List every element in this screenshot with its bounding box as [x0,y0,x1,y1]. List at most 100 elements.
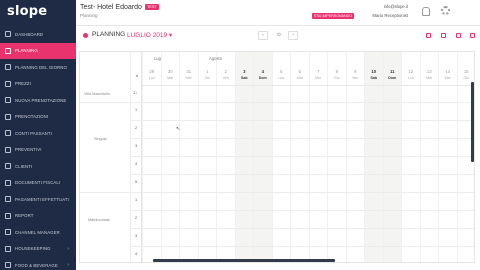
sidebar-item-label: FOOD & BEVERAGE [15,262,58,268]
day-name: Sab [370,76,378,80]
user-name[interactable]: Mario Receptionist [372,13,408,18]
day-number: 31 [186,69,192,74]
sidebar-item-nuova-prenotazione[interactable]: NUOVA PRENOTAZIONE [0,92,76,109]
horizontal-scrollbar[interactable] [153,259,335,262]
day-column[interactable]: 7 Mer [308,52,328,262]
sidebar-item-housekeeping[interactable]: HOUSEKEEPING › [0,241,76,258]
sidebar-item-documenti-fiscali[interactable]: DOCUMENTI FISCALI [0,175,76,192]
lock-icon[interactable] [441,33,446,38]
user-email[interactable]: info@slope.it [384,4,408,9]
day-name: Gio [333,76,340,80]
calendar-day-icon [5,64,11,71]
sidebar-item-planning[interactable]: PLANNING [0,42,76,59]
sidebar-item-pagamenti[interactable]: PAGAMENTI EFFETTUATI [0,191,76,208]
sidebar-item-label: CHANNEL MANAGER [15,229,60,235]
day-name: Gio [204,76,211,80]
day-column[interactable]: 29 Lun [142,52,161,262]
prev-button[interactable]: ‹ [258,31,268,40]
channel-icon [5,229,11,236]
day-column[interactable]: 12 Lun [401,52,420,262]
sidebar-item-label: HOUSEKEEPING [15,246,51,252]
settings-icon[interactable] [470,33,475,38]
payment-icon [5,196,11,203]
day-number: 15 [463,69,469,74]
day-column[interactable]: 11 Dom [382,52,401,262]
day-column[interactable]: 2 Ven [216,52,235,262]
day-column[interactable]: 4 Dom [253,52,272,262]
day-number: 10 [371,69,377,74]
hotel-name: Test- Hotel Edoardo [80,4,142,11]
day-column[interactable]: 14 Mer [438,52,457,262]
sidebar-item-label: NUOVA PRENOTAZIONE [15,97,67,103]
day-column[interactable]: 31 Mer [179,52,198,262]
day-number: 1 [206,69,209,74]
sidebar-item-label: PAGAMENTI EFFETTUATI [15,196,69,202]
day-column[interactable]: 10 Sab [364,52,383,262]
day-column[interactable]: 1 Gio [197,52,217,262]
day-name: Ven [222,76,229,80]
bell-icon[interactable] [422,7,430,16]
food-icon [5,262,11,269]
today-button[interactable]: ⊙ [274,31,284,40]
sidebar-item-conti-passanti[interactable]: CONTI PASSANTI [0,125,76,142]
sidebar-item-label: PLANNING [15,48,38,54]
day-name: Mar [426,76,433,80]
expand-icon[interactable] [426,33,431,38]
day-number: 2 [224,69,227,74]
document-icon [5,179,11,186]
row-divider [130,138,474,139]
sidebar-item-food-beverage[interactable]: FOOD & BEVERAGE › [0,257,76,270]
day-column[interactable]: 6 Mar [290,52,309,262]
day-name: Dom [388,76,397,80]
slope-logo[interactable]: slope [7,4,47,19]
day-name: Ven [352,76,359,80]
day-number: 3 [243,69,246,74]
sidebar-item-preventivi[interactable]: PREVENTIVI [0,142,76,159]
day-name: Mer [315,76,322,80]
sort-icon[interactable]: 1↓ [133,90,137,95]
vertical-scrollbar[interactable] [471,82,474,162]
day-column[interactable]: 30 Mar [160,52,180,262]
rooms-column: # Villa Maschiello Singola Matrimoniale [80,52,142,262]
month-selector[interactable]: LUGLIO 2019 ▾ [127,31,172,39]
sidebar-nav: DASHBOARD PLANNING PLANNING DEL GIORNO P… [0,26,76,270]
row-divider [80,192,474,193]
day-name: Gio [463,76,470,80]
sidebar-item-planning-giorno[interactable]: PLANNING DEL GIORNO [0,59,76,76]
planning-grid: # Villa Maschiello Singola Matrimoniale … [79,51,475,263]
row-divider [130,246,474,247]
sidebar-item-prezzi[interactable]: PREZZI [0,76,76,93]
day-name: Dom [258,76,267,80]
day-column[interactable]: 13 Mar [419,52,439,262]
sidebar-item-label: PREVENTIVI [15,147,42,153]
room-number: 2 [134,126,138,130]
sidebar-item-label: PRENOTAZIONI [15,114,49,120]
page-subtitle: Planning [80,13,98,18]
day-column[interactable]: 3 Sab [234,52,253,262]
gear-icon[interactable] [441,6,450,15]
sidebar-item-prenotazioni[interactable]: PRENOTAZIONI [0,109,76,126]
sidebar-item-clienti[interactable]: CLIENTI [0,158,76,175]
day-number: 13 [426,69,432,74]
room-group-villa: Villa Maschiello [84,92,111,96]
header-separator [142,85,474,86]
room-number: 3 [134,144,138,148]
room-number: 4 [134,162,138,166]
room-number: 3 [134,234,138,238]
dashboard-icon [5,31,11,38]
plus-icon[interactable] [456,33,461,38]
day-name: Lun [278,76,285,80]
sidebar-item-channel-manager[interactable]: CHANNEL MANAGER [0,224,76,241]
planning-icon [83,33,88,38]
sidebar-item-dashboard[interactable]: DASHBOARD [0,26,76,43]
day-column[interactable]: 9 Ven [345,52,365,262]
row-divider [80,102,474,103]
next-button[interactable]: › [288,31,298,40]
day-column[interactable]: 5 Lun [271,52,291,262]
day-number: 12 [408,69,414,74]
day-column[interactable]: 8 Gio [327,52,346,262]
chevron-right-icon: › [67,245,69,252]
month-label: Agosto [209,56,223,61]
sidebar-item-report[interactable]: REPORT [0,208,76,225]
room-group-singola: Singola [94,137,107,141]
